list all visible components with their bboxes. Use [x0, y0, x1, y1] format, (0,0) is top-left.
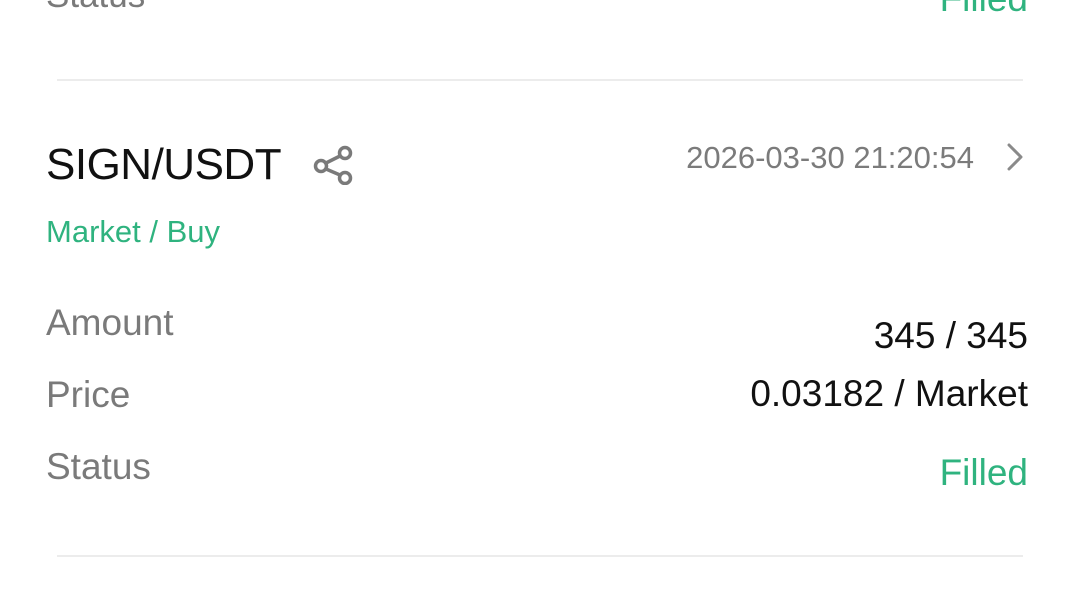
price-label: Price [46, 374, 131, 415]
amount-label: Amount [46, 302, 174, 343]
share-icon[interactable] [312, 145, 356, 185]
divider-bottom [57, 555, 1023, 557]
amount-value: 345 / 345 [873, 315, 1028, 356]
prev-status-label: Status [46, 0, 145, 16]
order-type: Market / Buy [46, 214, 220, 249]
divider-top [57, 79, 1023, 81]
trading-pair: SIGN/USDT [46, 140, 282, 189]
price-value: 0.03182 / Market [750, 373, 1028, 414]
order-history-page: Status Filled SIGN/USDT 2026-03-30 21:20… [0, 0, 1080, 607]
chevron-right-icon[interactable] [1000, 142, 1030, 172]
status-label: Status [46, 446, 151, 487]
status-value: Filled [939, 452, 1028, 493]
order-datetime: 2026-03-30 21:20:54 [686, 140, 974, 175]
prev-status-value: Filled [940, 0, 1028, 20]
